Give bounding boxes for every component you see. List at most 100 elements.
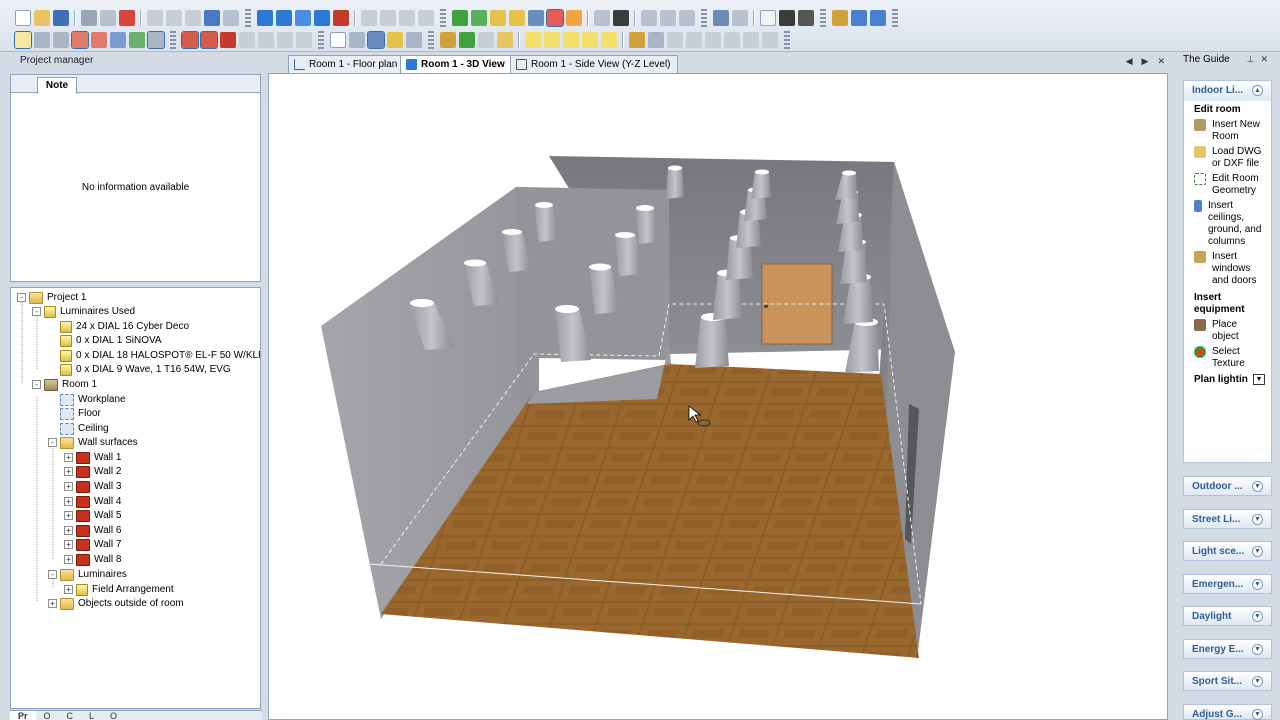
print-preview-icon[interactable]: [100, 10, 116, 26]
green-calc-icon[interactable]: [452, 10, 468, 26]
snap-icon[interactable]: [743, 32, 759, 48]
expand-icon[interactable]: +: [64, 482, 73, 491]
insert-room-icon[interactable]: [440, 32, 456, 48]
chevron-down-icon[interactable]: ▼: [1252, 709, 1263, 720]
collapse-icon[interactable]: -: [48, 570, 57, 579]
measure-icon[interactable]: [648, 32, 664, 48]
line-tool-icon[interactable]: [686, 32, 702, 48]
tab-colors[interactable]: C: [59, 711, 82, 720]
tab-objects[interactable]: O: [36, 711, 59, 720]
mirror-icon[interactable]: [667, 32, 683, 48]
3d-viewport[interactable]: [268, 73, 1168, 720]
chevron-down-icon[interactable]: ▼: [1252, 644, 1263, 655]
red-tool3-icon[interactable]: [220, 32, 236, 48]
toolbar-grip[interactable]: [820, 9, 826, 27]
tab-scroll-right-icon[interactable]: ▶: [1142, 56, 1149, 67]
luminaire-yellow-icon[interactable]: [525, 32, 541, 48]
cube-side-icon[interactable]: [276, 10, 292, 26]
dxf-icon[interactable]: [679, 10, 695, 26]
insert-folder-icon[interactable]: [497, 32, 513, 48]
select-objects-icon[interactable]: [832, 10, 848, 26]
copy-icon[interactable]: [166, 10, 182, 26]
circle-icon[interactable]: [724, 32, 740, 48]
toolbar-grip[interactable]: [784, 31, 790, 49]
guide-item-place-object[interactable]: Place object: [1184, 318, 1271, 345]
gray-tool3-icon[interactable]: [277, 32, 293, 48]
grid-square-icon[interactable]: [762, 32, 778, 48]
tree-item-wall[interactable]: + Wall 5: [64, 508, 121, 523]
expand-icon[interactable]: +: [64, 540, 73, 549]
tree-item-luminaire[interactable]: 0 x DIAL 9 Wave, 1 T16 54W, EVG: [60, 362, 231, 377]
collapse-icon[interactable]: -: [17, 293, 26, 302]
chevron-down-icon[interactable]: ▼: [1252, 481, 1263, 492]
luminaire-gray-icon[interactable]: [361, 10, 377, 26]
tree-item-workplane[interactable]: Workplane: [60, 392, 126, 407]
gray-tool-icon[interactable]: [239, 32, 255, 48]
toolbar-grip[interactable]: [170, 31, 176, 49]
pin-icon[interactable]: ⊥: [1247, 54, 1255, 66]
arrow-tool-icon[interactable]: [613, 10, 629, 26]
tab-outputs[interactable]: O: [102, 711, 125, 720]
expand-icon[interactable]: +: [64, 467, 73, 476]
chevron-down-icon[interactable]: ▼: [1252, 546, 1263, 557]
guide-section-outdoor[interactable]: Outdoor ... ▼: [1183, 476, 1272, 496]
luminaire-yellow5-icon[interactable]: [601, 32, 617, 48]
expand-icon[interactable]: +: [48, 599, 57, 608]
tree-item-wall-surfaces[interactable]: - Wall surfaces: [48, 435, 138, 450]
tree-item-wall[interactable]: + Wall 1: [64, 450, 121, 465]
select-blue-icon[interactable]: [110, 32, 126, 48]
guide-plan-lighting[interactable]: Plan lightin ▼: [1184, 372, 1271, 387]
window-split-icon[interactable]: [851, 10, 867, 26]
expand-icon[interactable]: +: [64, 497, 73, 506]
chevron-down-icon[interactable]: ▼: [1252, 579, 1263, 590]
luminaire[interactable]: [666, 165, 684, 200]
tab-scroll-left-icon[interactable]: ◀: [1126, 56, 1133, 67]
tree-item-wall[interactable]: + Wall 6: [64, 523, 121, 538]
pan-hand-icon[interactable]: [387, 32, 403, 48]
tree-item-project-1[interactable]: - Project 1: [17, 290, 86, 305]
toolbar-grip[interactable]: [701, 9, 707, 27]
pdf-icon[interactable]: [119, 10, 135, 26]
tree-item-luminaire[interactable]: 0 x DIAL 18 HALOSPOT® EL-F 50 W/KLR: [60, 348, 260, 363]
guide-item-insert-ceilings[interactable]: Insert ceilings, ground, and columns: [1184, 199, 1271, 250]
guide-section-energy[interactable]: Energy E... ▼: [1183, 639, 1272, 659]
tree-item-field-arrangement[interactable]: + Field Arrangement: [64, 582, 174, 597]
chevron-down-icon[interactable]: ▼: [1252, 611, 1263, 622]
cube-front-icon[interactable]: [257, 10, 273, 26]
select-green-icon[interactable]: [129, 32, 145, 48]
expand-icon[interactable]: +: [64, 585, 73, 594]
dimension-icon[interactable]: [594, 10, 610, 26]
tree-item-wall[interactable]: + Wall 2: [64, 464, 121, 479]
tree-item-room-1[interactable]: - Room 1: [32, 377, 97, 392]
paint-icon[interactable]: [528, 10, 544, 26]
toolbar-grip[interactable]: [892, 9, 898, 27]
collapse-icon[interactable]: -: [32, 380, 41, 389]
select-arrow-icon[interactable]: [14, 31, 32, 49]
tree-item-wall[interactable]: + Wall 4: [64, 494, 121, 509]
zoom-icon[interactable]: [349, 32, 365, 48]
undo-icon[interactable]: [204, 10, 220, 26]
align-icon[interactable]: [641, 10, 657, 26]
room-3d-render[interactable]: [269, 74, 1168, 720]
redo-icon[interactable]: [223, 10, 239, 26]
guide-section-adjust[interactable]: Adjust G... ▼: [1183, 704, 1272, 720]
pen-icon[interactable]: [509, 10, 525, 26]
close-icon[interactable]: ✕: [1157, 56, 1165, 67]
guide-section-emergency[interactable]: Emergen... ▼: [1183, 574, 1272, 594]
tree-item-objects-outside[interactable]: + Objects outside of room: [48, 596, 184, 611]
luminaire-yellow4-icon[interactable]: [582, 32, 598, 48]
probe-icon[interactable]: [779, 10, 795, 26]
wrench-icon[interactable]: [418, 10, 434, 26]
tree-item-floor[interactable]: Floor: [60, 406, 101, 421]
guide-item-select-texture[interactable]: Select Texture: [1184, 345, 1271, 372]
toolbar-grip[interactable]: [440, 9, 446, 27]
pointer-move-icon[interactable]: [53, 32, 69, 48]
tab-luminaires[interactable]: L: [81, 711, 102, 720]
list-icon[interactable]: [713, 10, 729, 26]
tab-side-view[interactable]: Room 1 - Side View (Y-Z Level): [510, 55, 678, 73]
open-folder-icon[interactable]: [34, 10, 50, 26]
red-tool-icon[interactable]: [181, 31, 199, 49]
select-red-icon[interactable]: [71, 31, 89, 49]
insert-green-icon[interactable]: [459, 32, 475, 48]
green-calc2-icon[interactable]: [471, 10, 487, 26]
